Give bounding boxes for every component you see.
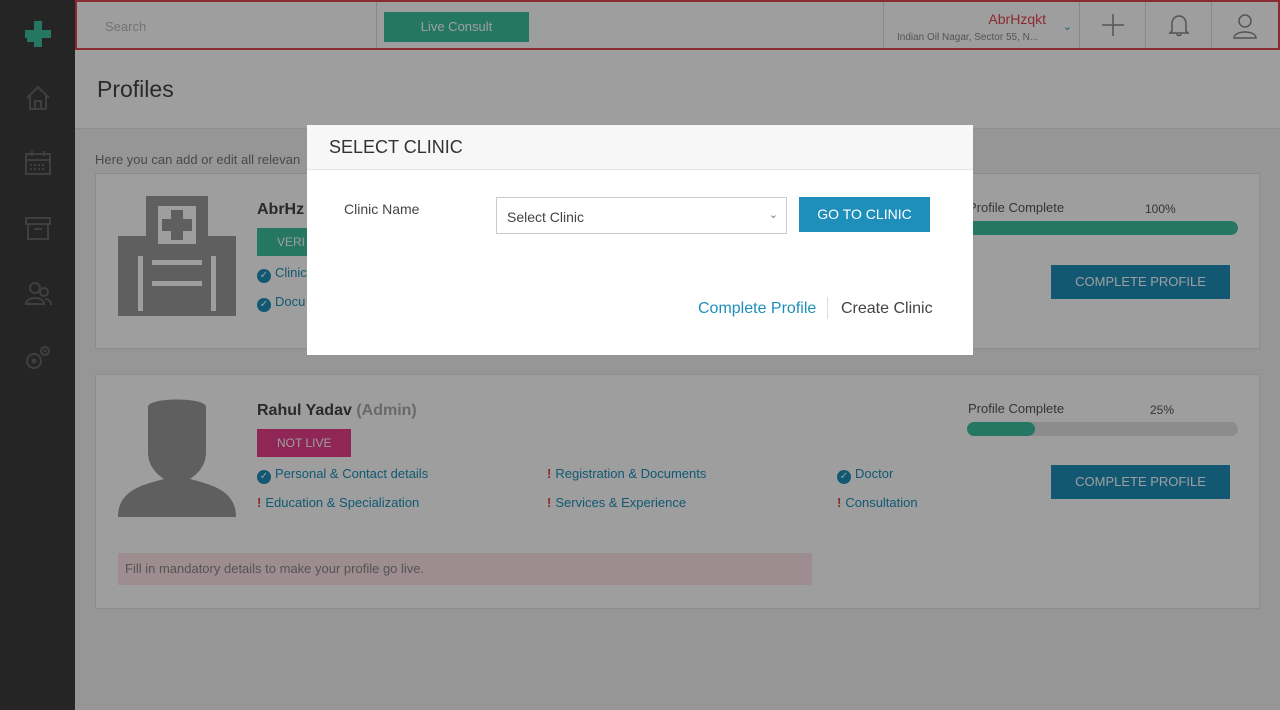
go-to-clinic-button[interactable]: GO TO CLINIC — [799, 197, 930, 232]
chevron-down-icon: ⌄ — [768, 209, 778, 221]
clinic-select-value: Select Clinic — [507, 209, 585, 225]
select-clinic-modal: SELECT CLINIC Clinic Name Select Clinic … — [307, 125, 973, 355]
clinic-select[interactable]: Select Clinic ⌄ — [496, 197, 787, 234]
create-clinic-link[interactable]: Create Clinic — [841, 300, 933, 318]
complete-profile-link[interactable]: Complete Profile — [698, 300, 816, 318]
modal-title: SELECT CLINIC — [329, 137, 463, 157]
clinic-name-label: Clinic Name — [344, 201, 420, 217]
link-divider — [827, 297, 828, 319]
modal-header: SELECT CLINIC — [307, 125, 973, 170]
modal-backdrop[interactable] — [0, 0, 1280, 710]
